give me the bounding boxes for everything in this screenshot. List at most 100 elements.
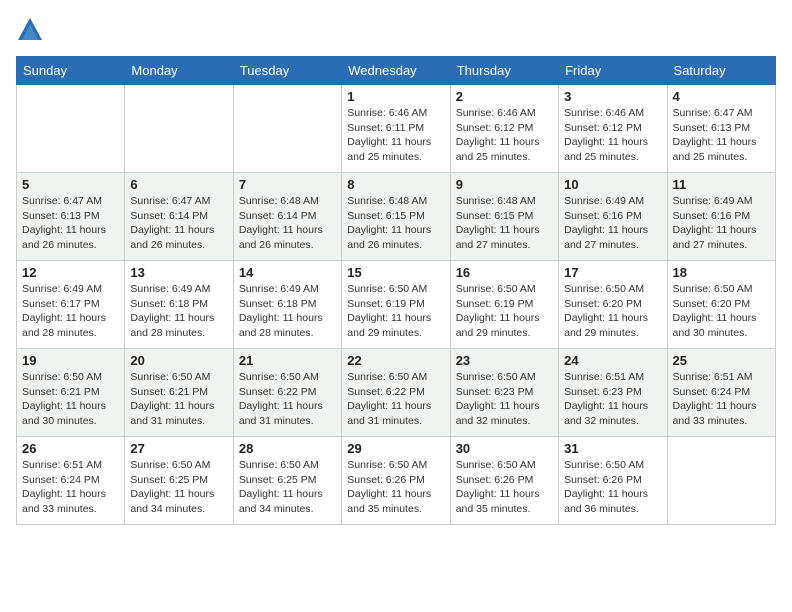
calendar-cell: 19 Sunrise: 6:50 AMSunset: 6:21 PMDayligh… xyxy=(17,349,125,437)
calendar-header-thursday: Thursday xyxy=(450,57,558,85)
day-number: 24 xyxy=(564,353,661,368)
calendar-cell: 28 Sunrise: 6:50 AMSunset: 6:25 PMDayligh… xyxy=(233,437,341,525)
calendar-cell: 2 Sunrise: 6:46 AMSunset: 6:12 PMDaylight… xyxy=(450,85,558,173)
day-info: Sunrise: 6:48 AMSunset: 6:14 PMDaylight:… xyxy=(239,194,336,253)
calendar-cell: 1Sunrise: 6:46 AMSunset: 6:11 PMDaylight… xyxy=(342,85,450,173)
calendar-week-row: 5 Sunrise: 6:47 AMSunset: 6:13 PMDaylight… xyxy=(17,173,776,261)
day-info: Sunrise: 6:46 AMSunset: 6:12 PMDaylight:… xyxy=(456,106,553,165)
calendar-header-friday: Friday xyxy=(559,57,667,85)
day-info: Sunrise: 6:50 AMSunset: 6:21 PMDaylight:… xyxy=(130,370,227,429)
day-number: 12 xyxy=(22,265,119,280)
calendar-cell xyxy=(233,85,341,173)
day-number: 21 xyxy=(239,353,336,368)
calendar-cell: 18Sunrise: 6:50 AMSunset: 6:20 PMDayligh… xyxy=(667,261,775,349)
day-info: Sunrise: 6:50 AMSunset: 6:20 PMDaylight:… xyxy=(564,282,661,341)
day-info: Sunrise: 6:50 AMSunset: 6:19 PMDaylight:… xyxy=(456,282,553,341)
day-number: 27 xyxy=(130,441,227,456)
day-number: 30 xyxy=(456,441,553,456)
day-number: 31 xyxy=(564,441,661,456)
day-info: Sunrise: 6:50 AMSunset: 6:25 PMDaylight:… xyxy=(239,458,336,517)
day-info: Sunrise: 6:51 AMSunset: 6:23 PMDaylight:… xyxy=(564,370,661,429)
calendar-week-row: 1Sunrise: 6:46 AMSunset: 6:11 PMDaylight… xyxy=(17,85,776,173)
calendar-week-row: 26 Sunrise: 6:51 AMSunset: 6:24 PMDayligh… xyxy=(17,437,776,525)
calendar-cell xyxy=(125,85,233,173)
calendar-cell: 13Sunrise: 6:49 AMSunset: 6:18 PMDayligh… xyxy=(125,261,233,349)
page-header xyxy=(16,16,776,44)
calendar-cell: 6 Sunrise: 6:47 AMSunset: 6:14 PMDaylight… xyxy=(125,173,233,261)
day-info: Sunrise: 6:49 AMSunset: 6:16 PMDaylight:… xyxy=(673,194,770,253)
day-info: Sunrise: 6:47 AMSunset: 6:14 PMDaylight:… xyxy=(130,194,227,253)
day-number: 13 xyxy=(130,265,227,280)
calendar-header-wednesday: Wednesday xyxy=(342,57,450,85)
day-number: 8 xyxy=(347,177,444,192)
day-info: Sunrise: 6:50 AMSunset: 6:26 PMDaylight:… xyxy=(347,458,444,517)
calendar-cell xyxy=(667,437,775,525)
day-number: 28 xyxy=(239,441,336,456)
calendar-cell: 16 Sunrise: 6:50 AMSunset: 6:19 PMDayligh… xyxy=(450,261,558,349)
day-number: 2 xyxy=(456,89,553,104)
calendar-week-row: 19 Sunrise: 6:50 AMSunset: 6:21 PMDayligh… xyxy=(17,349,776,437)
day-info: Sunrise: 6:48 AMSunset: 6:15 PMDaylight:… xyxy=(456,194,553,253)
day-info: Sunrise: 6:50 AMSunset: 6:26 PMDaylight:… xyxy=(456,458,553,517)
calendar-cell: 12 Sunrise: 6:49 AMSunset: 6:17 PMDayligh… xyxy=(17,261,125,349)
day-info: Sunrise: 6:51 AMSunset: 6:24 PMDaylight:… xyxy=(22,458,119,517)
calendar-cell: 20 Sunrise: 6:50 AMSunset: 6:21 PMDayligh… xyxy=(125,349,233,437)
day-number: 7 xyxy=(239,177,336,192)
day-number: 16 xyxy=(456,265,553,280)
calendar-cell xyxy=(17,85,125,173)
day-info: Sunrise: 6:46 AMSunset: 6:12 PMDaylight:… xyxy=(564,106,661,165)
day-info: Sunrise: 6:49 AMSunset: 6:18 PMDaylight:… xyxy=(239,282,336,341)
day-info: Sunrise: 6:50 AMSunset: 6:26 PMDaylight:… xyxy=(564,458,661,517)
calendar-header-row: SundayMondayTuesdayWednesdayThursdayFrid… xyxy=(17,57,776,85)
day-number: 29 xyxy=(347,441,444,456)
day-number: 9 xyxy=(456,177,553,192)
day-number: 19 xyxy=(22,353,119,368)
calendar-cell: 10 Sunrise: 6:49 AMSunset: 6:16 PMDayligh… xyxy=(559,173,667,261)
day-info: Sunrise: 6:50 AMSunset: 6:22 PMDaylight:… xyxy=(347,370,444,429)
day-number: 17 xyxy=(564,265,661,280)
calendar-cell: 27 Sunrise: 6:50 AMSunset: 6:25 PMDayligh… xyxy=(125,437,233,525)
day-number: 10 xyxy=(564,177,661,192)
day-info: Sunrise: 6:50 AMSunset: 6:20 PMDaylight:… xyxy=(673,282,770,341)
calendar-cell: 14Sunrise: 6:49 AMSunset: 6:18 PMDayligh… xyxy=(233,261,341,349)
day-info: Sunrise: 6:50 AMSunset: 6:21 PMDaylight:… xyxy=(22,370,119,429)
calendar: SundayMondayTuesdayWednesdayThursdayFrid… xyxy=(16,56,776,525)
calendar-cell: 9 Sunrise: 6:48 AMSunset: 6:15 PMDaylight… xyxy=(450,173,558,261)
day-info: Sunrise: 6:49 AMSunset: 6:17 PMDaylight:… xyxy=(22,282,119,341)
day-info: Sunrise: 6:50 AMSunset: 6:22 PMDaylight:… xyxy=(239,370,336,429)
calendar-cell: 31 Sunrise: 6:50 AMSunset: 6:26 PMDayligh… xyxy=(559,437,667,525)
day-number: 6 xyxy=(130,177,227,192)
day-number: 3 xyxy=(564,89,661,104)
calendar-cell: 17 Sunrise: 6:50 AMSunset: 6:20 PMDayligh… xyxy=(559,261,667,349)
calendar-cell: 24 Sunrise: 6:51 AMSunset: 6:23 PMDayligh… xyxy=(559,349,667,437)
calendar-cell: 3 Sunrise: 6:46 AMSunset: 6:12 PMDaylight… xyxy=(559,85,667,173)
calendar-cell: 26 Sunrise: 6:51 AMSunset: 6:24 PMDayligh… xyxy=(17,437,125,525)
day-number: 5 xyxy=(22,177,119,192)
day-number: 23 xyxy=(456,353,553,368)
calendar-cell: 4 Sunrise: 6:47 AMSunset: 6:13 PMDaylight… xyxy=(667,85,775,173)
calendar-cell: 15Sunrise: 6:50 AMSunset: 6:19 PMDayligh… xyxy=(342,261,450,349)
calendar-header-tuesday: Tuesday xyxy=(233,57,341,85)
day-info: Sunrise: 6:48 AMSunset: 6:15 PMDaylight:… xyxy=(347,194,444,253)
day-info: Sunrise: 6:47 AMSunset: 6:13 PMDaylight:… xyxy=(22,194,119,253)
day-info: Sunrise: 6:51 AMSunset: 6:24 PMDaylight:… xyxy=(673,370,770,429)
calendar-cell: 23 Sunrise: 6:50 AMSunset: 6:23 PMDayligh… xyxy=(450,349,558,437)
calendar-header-saturday: Saturday xyxy=(667,57,775,85)
day-number: 25 xyxy=(673,353,770,368)
day-info: Sunrise: 6:46 AMSunset: 6:11 PMDaylight:… xyxy=(347,106,444,165)
day-info: Sunrise: 6:49 AMSunset: 6:16 PMDaylight:… xyxy=(564,194,661,253)
calendar-cell: 25 Sunrise: 6:51 AMSunset: 6:24 PMDayligh… xyxy=(667,349,775,437)
calendar-cell: 22Sunrise: 6:50 AMSunset: 6:22 PMDayligh… xyxy=(342,349,450,437)
day-number: 20 xyxy=(130,353,227,368)
day-info: Sunrise: 6:50 AMSunset: 6:23 PMDaylight:… xyxy=(456,370,553,429)
day-number: 4 xyxy=(673,89,770,104)
calendar-week-row: 12 Sunrise: 6:49 AMSunset: 6:17 PMDayligh… xyxy=(17,261,776,349)
day-info: Sunrise: 6:50 AMSunset: 6:25 PMDaylight:… xyxy=(130,458,227,517)
calendar-cell: 21 Sunrise: 6:50 AMSunset: 6:22 PMDayligh… xyxy=(233,349,341,437)
day-number: 26 xyxy=(22,441,119,456)
calendar-cell: 11Sunrise: 6:49 AMSunset: 6:16 PMDayligh… xyxy=(667,173,775,261)
calendar-cell: 30 Sunrise: 6:50 AMSunset: 6:26 PMDayligh… xyxy=(450,437,558,525)
day-info: Sunrise: 6:47 AMSunset: 6:13 PMDaylight:… xyxy=(673,106,770,165)
calendar-cell: 8 Sunrise: 6:48 AMSunset: 6:15 PMDaylight… xyxy=(342,173,450,261)
calendar-header-sunday: Sunday xyxy=(17,57,125,85)
